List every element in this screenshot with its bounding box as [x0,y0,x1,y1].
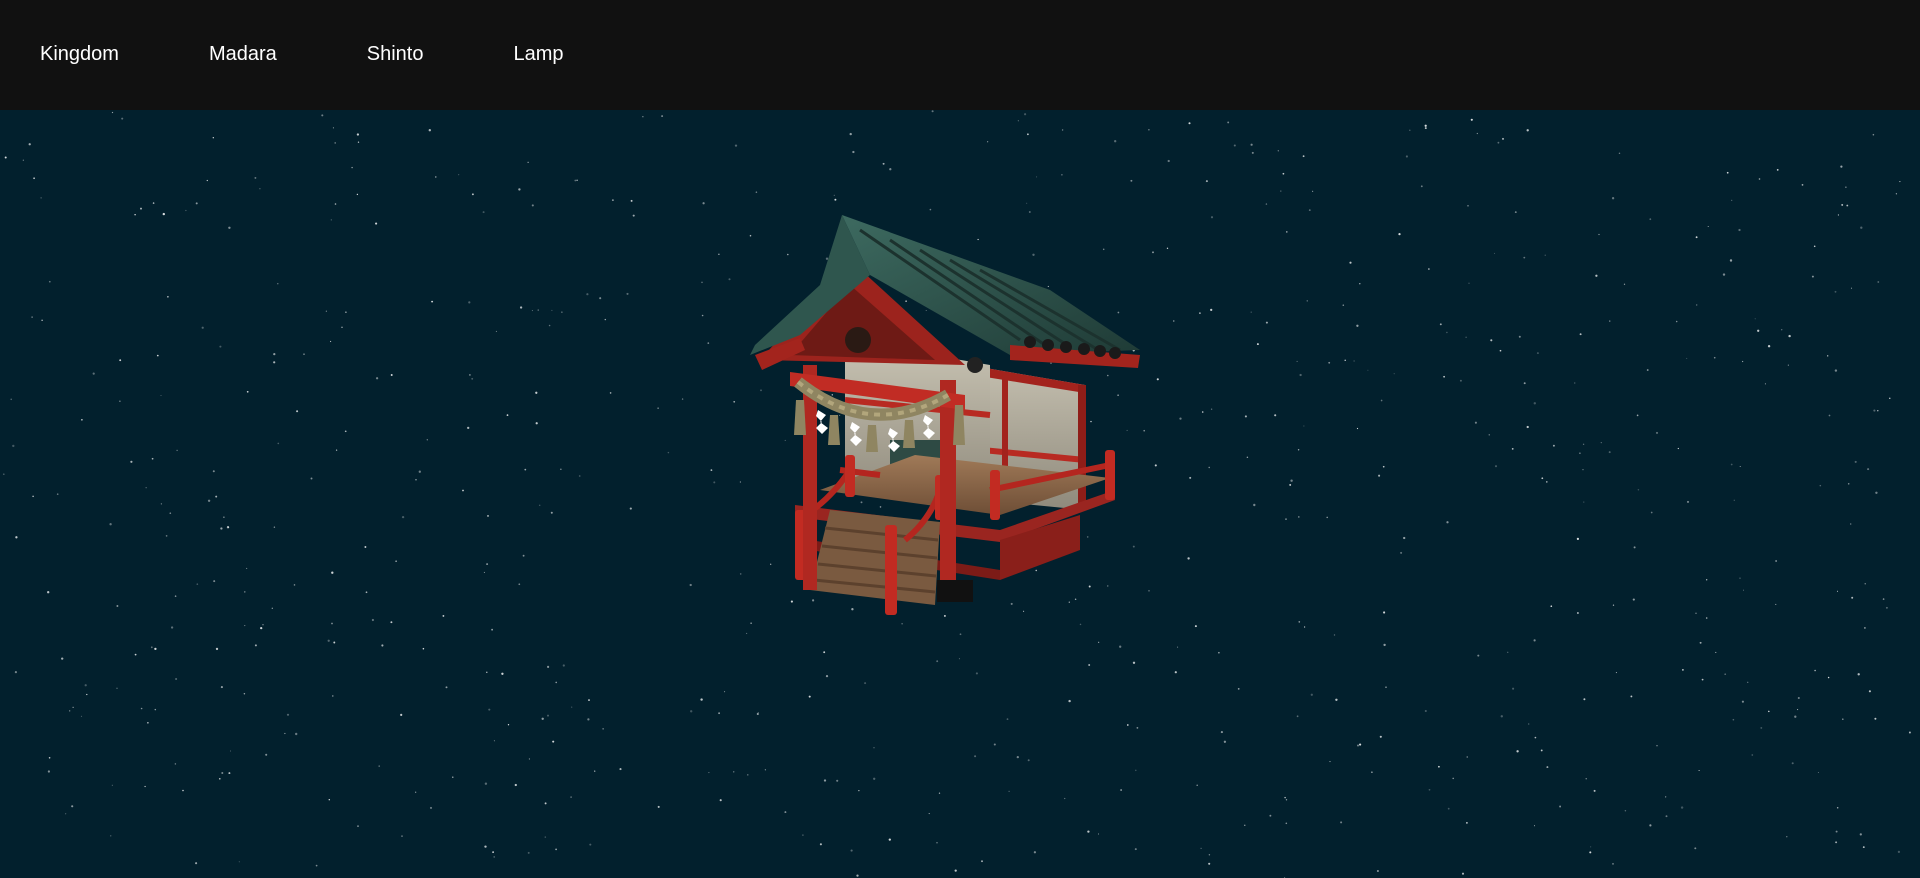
3d-viewport[interactable] [0,110,1920,878]
shrine-model[interactable] [0,110,1920,878]
nav-item-madara[interactable]: Madara [209,44,277,64]
nav-item-lamp[interactable]: Lamp [513,44,563,64]
nav-item-kingdom[interactable]: Kingdom [40,44,119,64]
top-nav: Kingdom Madara Shinto Lamp [0,0,1920,110]
nav-item-shinto[interactable]: Shinto [367,44,424,64]
